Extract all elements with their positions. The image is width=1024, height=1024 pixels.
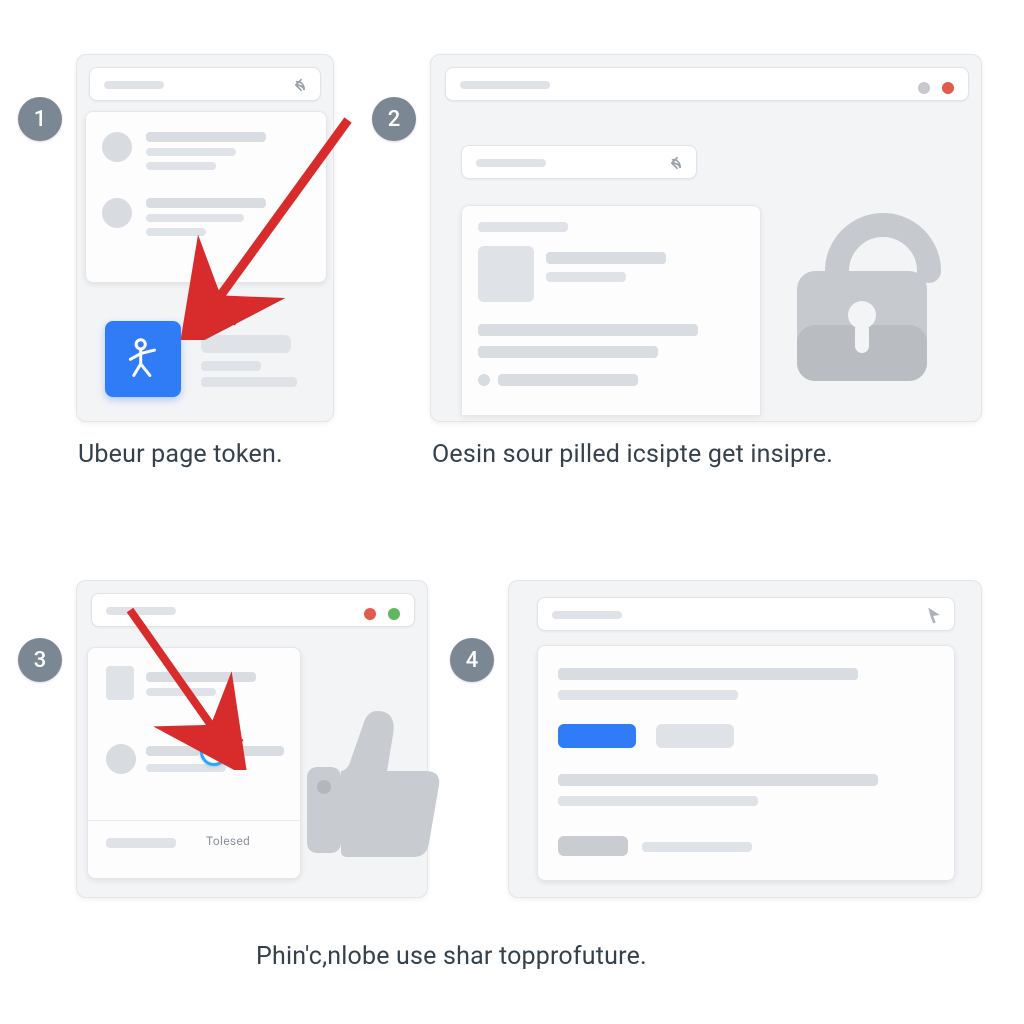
- content-thumb: [478, 246, 534, 302]
- content-line: [478, 346, 658, 358]
- result-card: [537, 645, 955, 881]
- primary-action-button[interactable]: [558, 724, 636, 748]
- settings-card: i Tolesed: [87, 647, 301, 879]
- browser-bar[interactable]: [537, 597, 955, 631]
- list-line: [146, 148, 236, 156]
- person-icon: [120, 334, 166, 384]
- list-line: [146, 132, 266, 142]
- list-line: [146, 198, 266, 208]
- panel-step-1: [76, 54, 334, 422]
- step-badge-4: 4: [450, 638, 494, 682]
- list-line: [146, 162, 216, 170]
- share-arrow-icon[interactable]: [666, 153, 686, 173]
- result-line: [558, 796, 758, 806]
- window-dot-green: [388, 608, 400, 620]
- caption-bottom: Phin'c,nlobe use shar topprofuture.: [256, 942, 647, 971]
- content-card: [461, 205, 761, 415]
- list-avatar: [102, 198, 132, 228]
- content-line: [478, 222, 568, 232]
- open-lock-icon: [787, 175, 957, 395]
- search-bar[interactable]: [461, 145, 697, 179]
- row-avatar: [106, 744, 136, 774]
- app-sub-bar: [201, 361, 261, 371]
- step-badge-2: 2: [372, 97, 416, 141]
- app-sub-bar: [201, 377, 297, 387]
- card-title-line: [146, 672, 256, 682]
- panel-step-2: [430, 54, 982, 422]
- result-line: [642, 842, 752, 852]
- address-bar[interactable]: [89, 67, 321, 101]
- content-line: [478, 324, 698, 336]
- row-line: [228, 746, 284, 756]
- search-placeholder: [476, 159, 546, 167]
- panel-step-3: i Tolesed: [76, 580, 428, 898]
- content-line: [546, 272, 626, 282]
- content-line: [546, 252, 666, 264]
- list-line: [146, 214, 244, 222]
- panel-step-4: [508, 580, 982, 898]
- secondary-action-button[interactable]: [656, 724, 734, 748]
- app-label-bar: [201, 335, 291, 353]
- caption-step-1: Ubeur page token.: [78, 440, 283, 469]
- step-badge-3: 3: [18, 638, 62, 682]
- browser-bar[interactable]: [91, 593, 415, 627]
- window-dot-grey: [918, 82, 930, 94]
- share-arrow-icon[interactable]: [290, 75, 310, 95]
- caption-step-2: Oesin sour pilled icsipte get insipre.: [432, 440, 833, 469]
- window-dot-red: [364, 608, 376, 620]
- browser-bar[interactable]: [445, 67, 969, 101]
- content-dot: [478, 374, 490, 386]
- step-badge-1: 1: [18, 97, 62, 141]
- list-avatar: [102, 132, 132, 162]
- result-line: [558, 774, 878, 786]
- card-icon: [106, 666, 134, 700]
- address-placeholder: [460, 81, 550, 89]
- result-chip: [558, 836, 628, 856]
- thumbs-up-icon: [301, 701, 451, 871]
- address-placeholder: [104, 81, 164, 89]
- row-line: [146, 746, 200, 756]
- address-placeholder: [552, 611, 622, 619]
- suggestion-list-card: [85, 111, 327, 283]
- window-dot-red: [942, 82, 954, 94]
- tutorial-steps-diagram: 1: [0, 0, 1024, 1024]
- list-line: [146, 228, 206, 236]
- token-indicator[interactable]: i: [200, 738, 228, 766]
- footer-label: Tolesed: [206, 834, 250, 848]
- app-tile[interactable]: [105, 321, 181, 397]
- content-line: [498, 374, 638, 386]
- address-placeholder: [106, 607, 176, 615]
- result-line: [558, 668, 858, 680]
- cursor-icon: [924, 605, 944, 625]
- card-sub-line: [146, 688, 216, 696]
- footer-bar: [106, 838, 176, 848]
- card-divider: [88, 820, 300, 821]
- result-line: [558, 690, 738, 700]
